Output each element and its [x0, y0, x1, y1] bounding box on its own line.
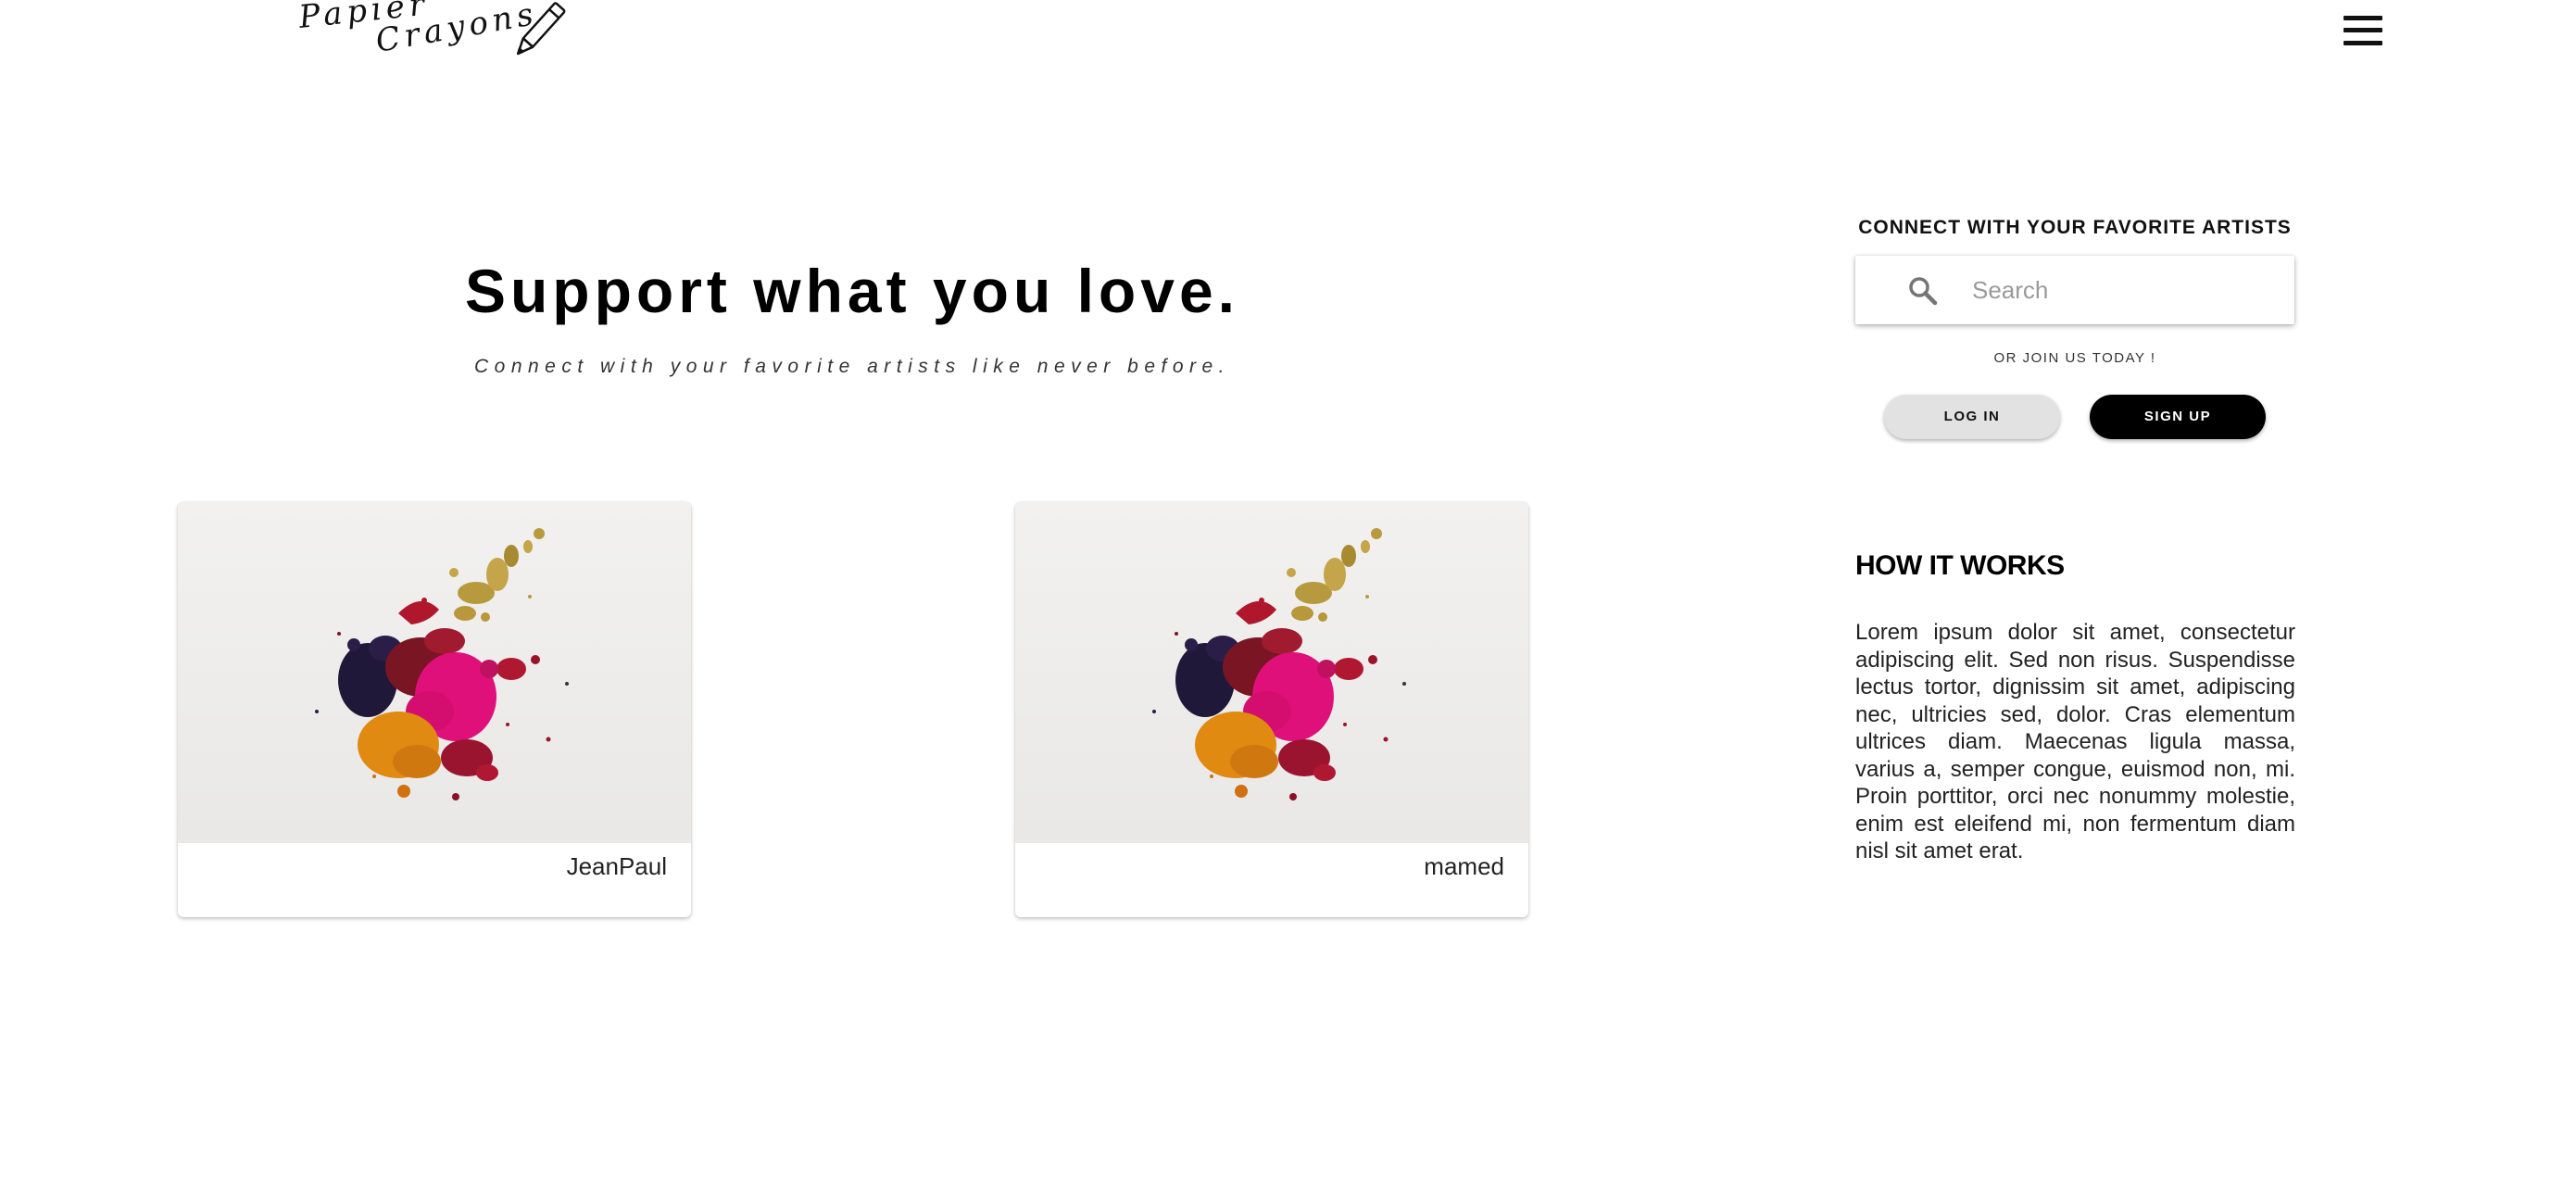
site-logo[interactable]: Papier Crayons: [296, 0, 574, 69]
hero-title: Support what you love.: [464, 257, 1240, 325]
menu-bar-top: [2344, 16, 2382, 20]
menu-bar-bottom: [2344, 41, 2382, 45]
paint-splash-image: [178, 502, 691, 843]
how-it-works-title: HOW IT WORKS: [1855, 550, 2065, 581]
how-it-works-body: Lorem ipsum dolor sit amet, consectetur …: [1855, 620, 2295, 863]
search-icon[interactable]: [1907, 275, 1939, 307]
signup-button[interactable]: SIGN UP: [2090, 395, 2266, 439]
join-text: OR JOIN US TODAY !: [1993, 350, 2156, 366]
artist-name: JeanPaul: [566, 852, 667, 880]
artist-card[interactable]: JeanPaul: [178, 502, 691, 917]
hamburger-menu-icon[interactable]: [2344, 15, 2382, 46]
paint-splash-image: [1015, 502, 1528, 843]
search-bar[interactable]: [1855, 256, 2294, 324]
artist-card[interactable]: mamed: [1015, 502, 1528, 917]
menu-bar-middle: [2344, 28, 2382, 32]
hero-subtitle: Connect with your favorite artists like …: [473, 356, 1231, 377]
search-input[interactable]: [1972, 269, 2278, 311]
login-button[interactable]: LOG IN: [1884, 395, 2060, 439]
logo-graphic: Papier Crayons: [296, 0, 566, 60]
artist-name: mamed: [1424, 852, 1504, 880]
connect-title: CONNECT WITH YOUR FAVORITE ARTISTS: [1858, 217, 2292, 238]
